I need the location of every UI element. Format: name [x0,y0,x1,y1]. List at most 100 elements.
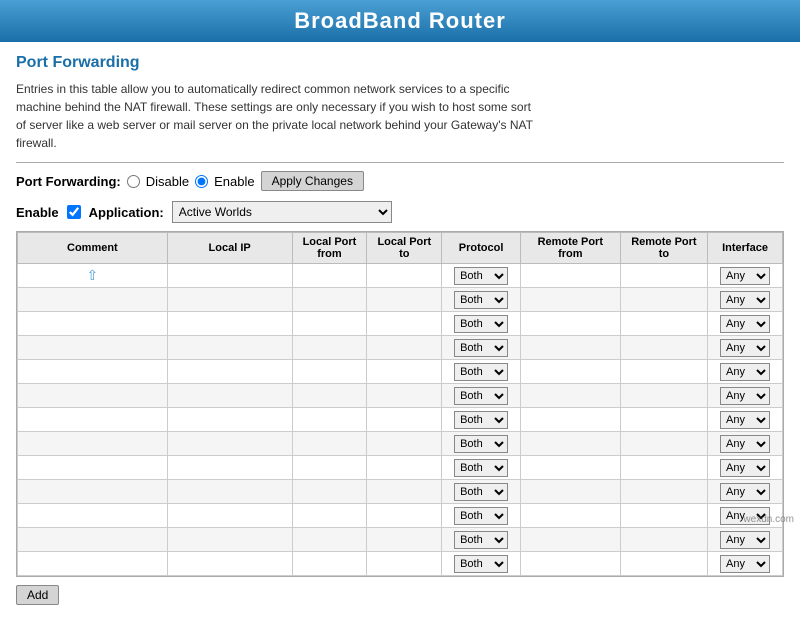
protocol-select[interactable]: BothTCPUDP [454,315,508,333]
protocol-select[interactable]: BothTCPUDP [454,291,508,309]
cell-protocol[interactable]: BothTCPUDP [442,528,521,552]
cell-interface[interactable]: AnyWANLAN [708,312,783,336]
table-row: BothTCPUDP AnyWANLAN [18,336,783,360]
cell-comment [18,432,168,456]
interface-select[interactable]: AnyWANLAN [720,291,770,309]
cell-interface[interactable]: AnyWANLAN [708,264,783,288]
application-select[interactable]: Active Worlds [172,201,392,223]
cell-interface[interactable]: AnyWANLAN [708,456,783,480]
cell-protocol[interactable]: BothTCPUDP [442,480,521,504]
cell-local-ip [167,336,292,360]
col-local-port-from: Local Port from [292,233,367,264]
cell-local-port-from [292,552,367,576]
protocol-select[interactable]: BothTCPUDP [454,507,508,525]
protocol-select[interactable]: BothTCPUDP [454,267,508,285]
cell-local-ip [167,384,292,408]
cell-local-port-to [367,408,442,432]
cell-local-port-from [292,480,367,504]
cell-protocol[interactable]: BothTCPUDP [442,264,521,288]
cell-protocol[interactable]: BothTCPUDP [442,552,521,576]
cell-protocol[interactable]: BothTCPUDP [442,408,521,432]
col-remote-port-from: Remote Port from [520,233,620,264]
cell-protocol[interactable]: BothTCPUDP [442,312,521,336]
cell-remote-port-from [520,528,620,552]
cell-protocol[interactable]: BothTCPUDP [442,360,521,384]
port-forwarding-table-wrapper: Comment Local IP Local Port from Local P… [16,231,784,577]
interface-select[interactable]: AnyWANLAN [720,411,770,429]
cell-local-port-to [367,264,442,288]
protocol-select[interactable]: BothTCPUDP [454,483,508,501]
pf-toggle-label: Port Forwarding: [16,174,121,189]
cell-interface[interactable]: AnyWANLAN [708,552,783,576]
cell-local-port-from [292,432,367,456]
interface-select[interactable]: AnyWANLAN [720,483,770,501]
protocol-select[interactable]: BothTCPUDP [454,387,508,405]
protocol-select[interactable]: BothTCPUDP [454,555,508,573]
port-forwarding-table: Comment Local IP Local Port from Local P… [17,232,783,576]
cell-interface[interactable]: AnyWANLAN [708,432,783,456]
protocol-select[interactable]: BothTCPUDP [454,531,508,549]
cell-remote-port-to [620,504,707,528]
enable-checkbox[interactable] [67,205,81,219]
cell-remote-port-from [520,408,620,432]
cell-interface[interactable]: AnyWANLAN [708,480,783,504]
cell-protocol[interactable]: BothTCPUDP [442,504,521,528]
cell-remote-port-from [520,336,620,360]
cell-interface[interactable]: AnyWANLAN [708,384,783,408]
cell-local-port-from [292,360,367,384]
cell-local-port-to [367,456,442,480]
pf-disable-radio[interactable] [127,175,140,188]
cell-interface[interactable]: AnyWANLAN [708,408,783,432]
cell-local-port-from [292,264,367,288]
protocol-select[interactable]: BothTCPUDP [454,363,508,381]
watermark: wexdn.com [743,514,794,525]
interface-select[interactable]: AnyWANLAN [720,363,770,381]
cell-comment [18,384,168,408]
cell-local-port-to [367,336,442,360]
cell-remote-port-to [620,480,707,504]
cell-remote-port-from [520,288,620,312]
cell-remote-port-to [620,552,707,576]
pf-enable-radio[interactable] [195,175,208,188]
apply-changes-button[interactable]: Apply Changes [261,171,364,191]
cell-local-ip [167,528,292,552]
protocol-select[interactable]: BothTCPUDP [454,411,508,429]
table-row: BothTCPUDPAnyWANLAN [18,504,783,528]
cell-remote-port-from [520,264,620,288]
cell-local-ip [167,432,292,456]
cell-interface[interactable]: AnyWANLAN [708,528,783,552]
pf-enable-label: Enable [214,174,254,189]
add-button[interactable]: Add [16,585,59,605]
interface-select[interactable]: AnyWANLAN [720,435,770,453]
cell-local-port-from [292,408,367,432]
cell-local-port-to [367,528,442,552]
cell-remote-port-to [620,432,707,456]
cell-protocol[interactable]: BothTCPUDP [442,456,521,480]
col-remote-port-to: Remote Port to [620,233,707,264]
cell-protocol[interactable]: BothTCPUDP [442,384,521,408]
interface-select[interactable]: AnyWANLAN [720,387,770,405]
interface-select[interactable]: AnyWANLAN [720,531,770,549]
cell-remote-port-from [520,384,620,408]
cell-interface[interactable]: AnyWANLAN [708,336,783,360]
page-title: Port Forwarding [16,54,784,72]
col-comment: Comment [18,233,168,264]
cell-interface[interactable]: AnyWANLAN [708,360,783,384]
cell-local-port-from [292,384,367,408]
interface-select[interactable]: AnyWANLAN [720,339,770,357]
cell-interface[interactable]: AnyWANLAN [708,288,783,312]
cell-remote-port-from [520,360,620,384]
cell-protocol[interactable]: BothTCPUDP [442,288,521,312]
cell-remote-port-to [620,288,707,312]
interface-select[interactable]: AnyWANLAN [720,315,770,333]
cell-protocol[interactable]: BothTCPUDP [442,336,521,360]
interface-select[interactable]: AnyWANLAN [720,459,770,477]
cell-local-port-to [367,552,442,576]
protocol-select[interactable]: BothTCPUDP [454,339,508,357]
interface-select[interactable]: AnyWANLAN [720,267,770,285]
protocol-select[interactable]: BothTCPUDP [454,435,508,453]
cell-protocol[interactable]: BothTCPUDP [442,432,521,456]
protocol-select[interactable]: BothTCPUDP [454,459,508,477]
cell-comment [18,456,168,480]
interface-select[interactable]: AnyWANLAN [720,555,770,573]
